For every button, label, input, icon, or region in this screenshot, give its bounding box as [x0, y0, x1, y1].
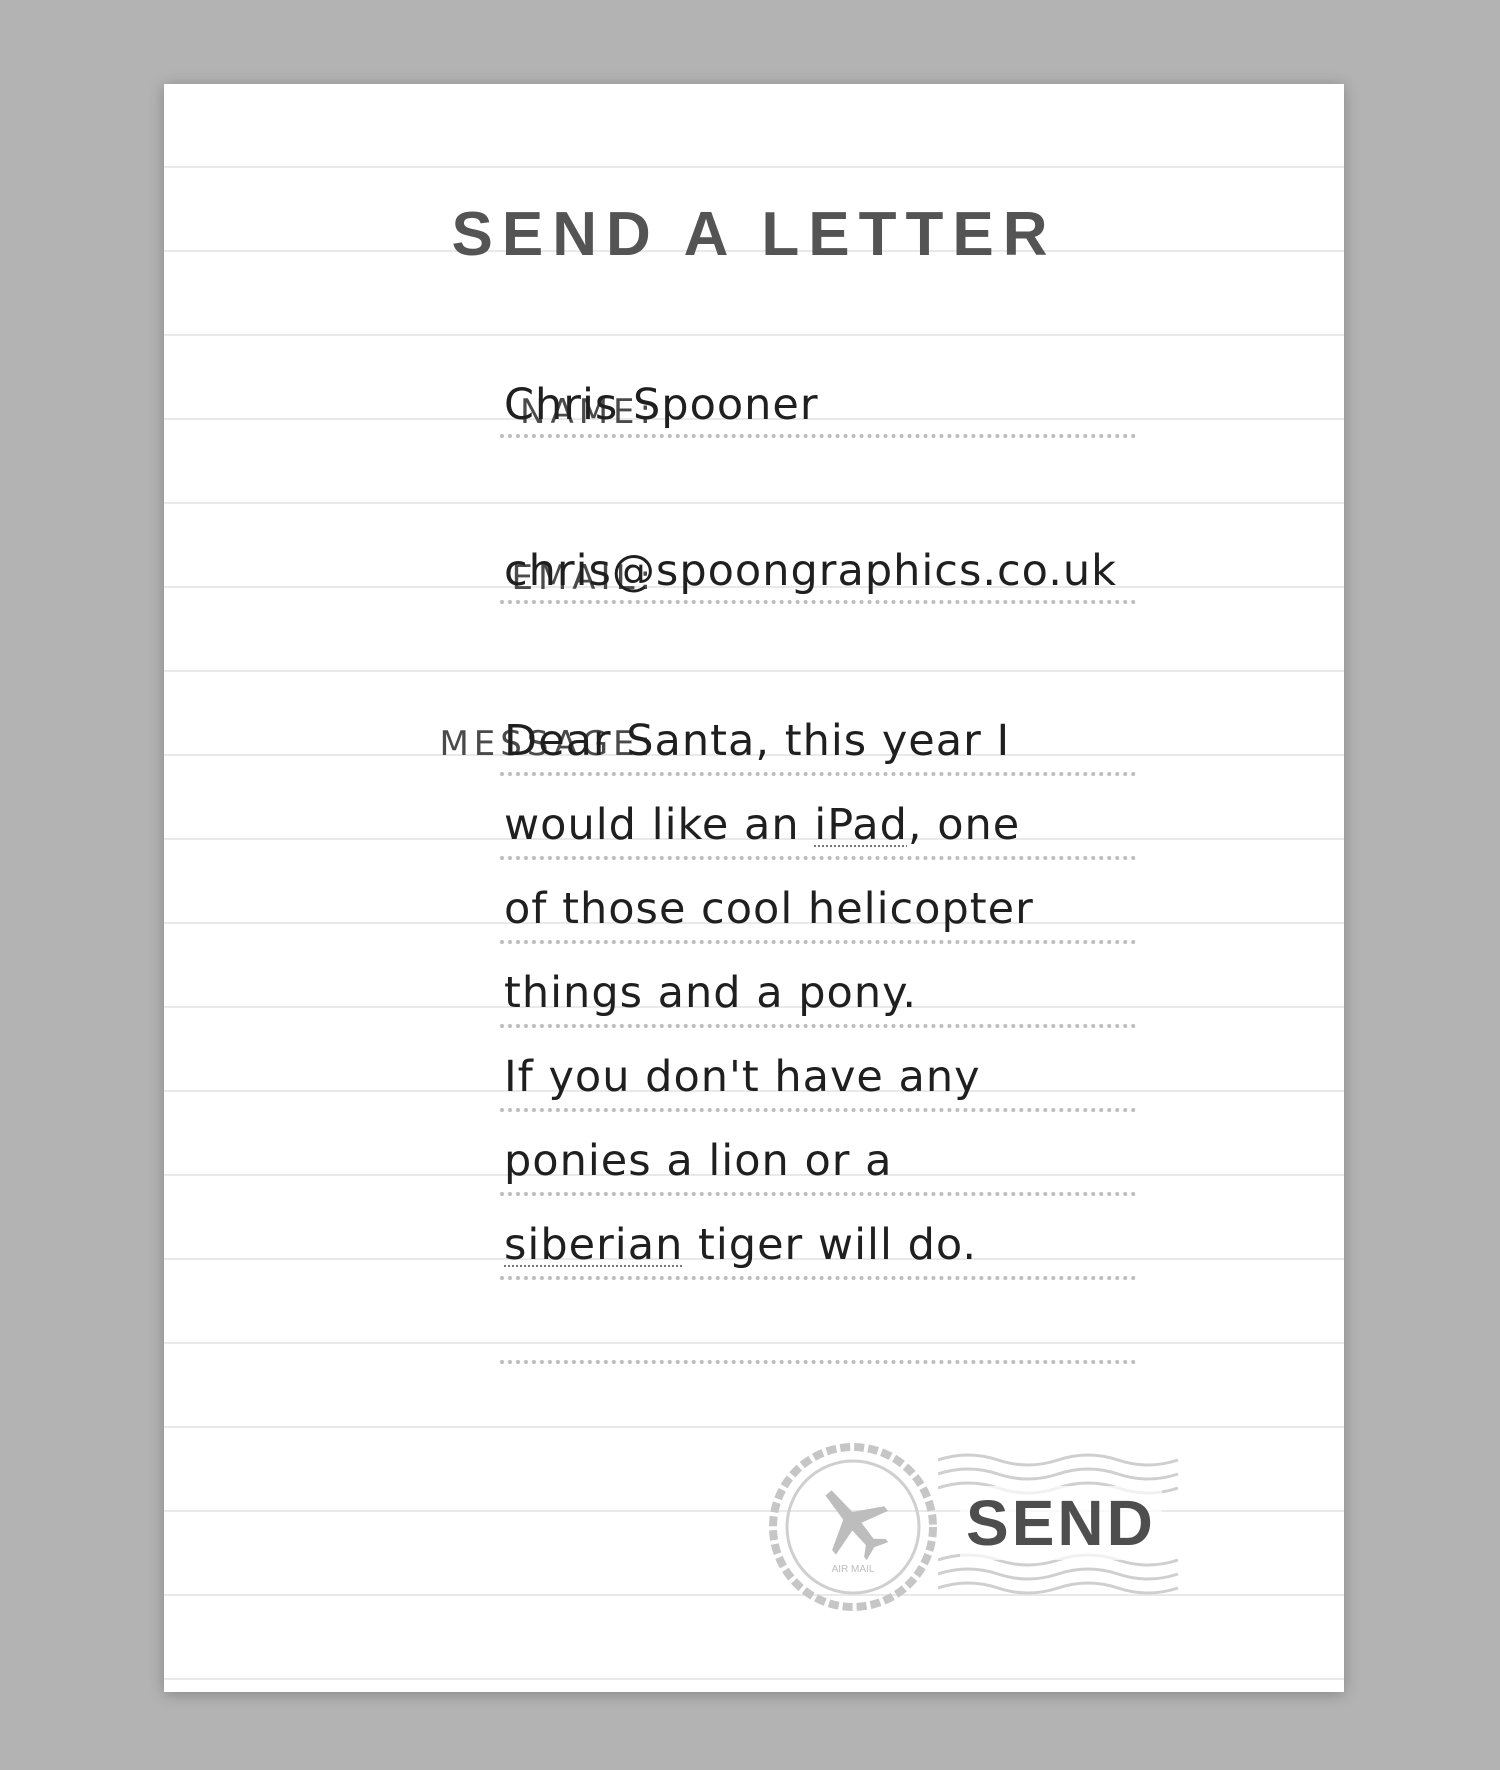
name-value: Chris Spooner	[504, 380, 819, 430]
message-line: things and a pony.	[500, 968, 1136, 1028]
message-text: Dear Santa, this year I	[504, 716, 1011, 766]
page-title: SEND A LETTER	[451, 200, 1057, 269]
message-line: of those cool helicopter	[500, 884, 1136, 944]
message-line: siberian tiger will do.	[500, 1220, 1136, 1280]
stamp-text: AIR MAIL	[832, 1564, 875, 1575]
message-line: Dear Santa, this year I	[500, 716, 1136, 776]
letter-paper: SEND A LETTER NAME: Chris Spooner EMAIL:…	[164, 84, 1344, 1692]
message-line-text: If you don't have any	[504, 1052, 981, 1102]
message-line-text: Dear Santa, this year I	[504, 716, 1010, 766]
message-line-text: things and a pony.	[504, 968, 917, 1018]
misspelled-word: siberian	[504, 1220, 684, 1270]
message-text: would like an	[504, 800, 815, 850]
email-field[interactable]: chris@spoongraphics.co.uk	[500, 546, 1136, 604]
message-line: ponies a lion or a	[500, 1136, 1136, 1196]
message-line-text: of those cool helicopter	[504, 884, 1034, 934]
message-line: would like an iPad, one	[500, 800, 1136, 860]
airplane-icon	[825, 1490, 889, 1561]
message-text: of those cool helicopter	[504, 884, 1034, 934]
message-text: , one	[907, 800, 1021, 850]
send-button[interactable]: AIR MAIL SEND	[768, 1442, 1188, 1612]
message-text: If you don't have any	[504, 1052, 981, 1102]
message-line-text: would like an iPad, one	[504, 800, 1020, 850]
message-line-text: siberian tiger will do.	[504, 1220, 977, 1270]
message-text: ponies a lion or a	[504, 1136, 893, 1186]
email-value: chris@spoongraphics.co.uk	[504, 546, 1118, 596]
message-text: things and a pony.	[504, 968, 918, 1018]
misspelled-word: iPad	[814, 800, 908, 850]
airmail-stamp: AIR MAIL	[769, 1443, 937, 1611]
message-line-text: ponies a lion or a	[504, 1136, 892, 1186]
message-line	[500, 1312, 1136, 1364]
send-label: SEND	[960, 1486, 1162, 1560]
message-line: If you don't have any	[500, 1052, 1136, 1112]
name-field[interactable]: Chris Spooner	[500, 380, 1136, 438]
message-text: tiger will do.	[683, 1220, 978, 1270]
